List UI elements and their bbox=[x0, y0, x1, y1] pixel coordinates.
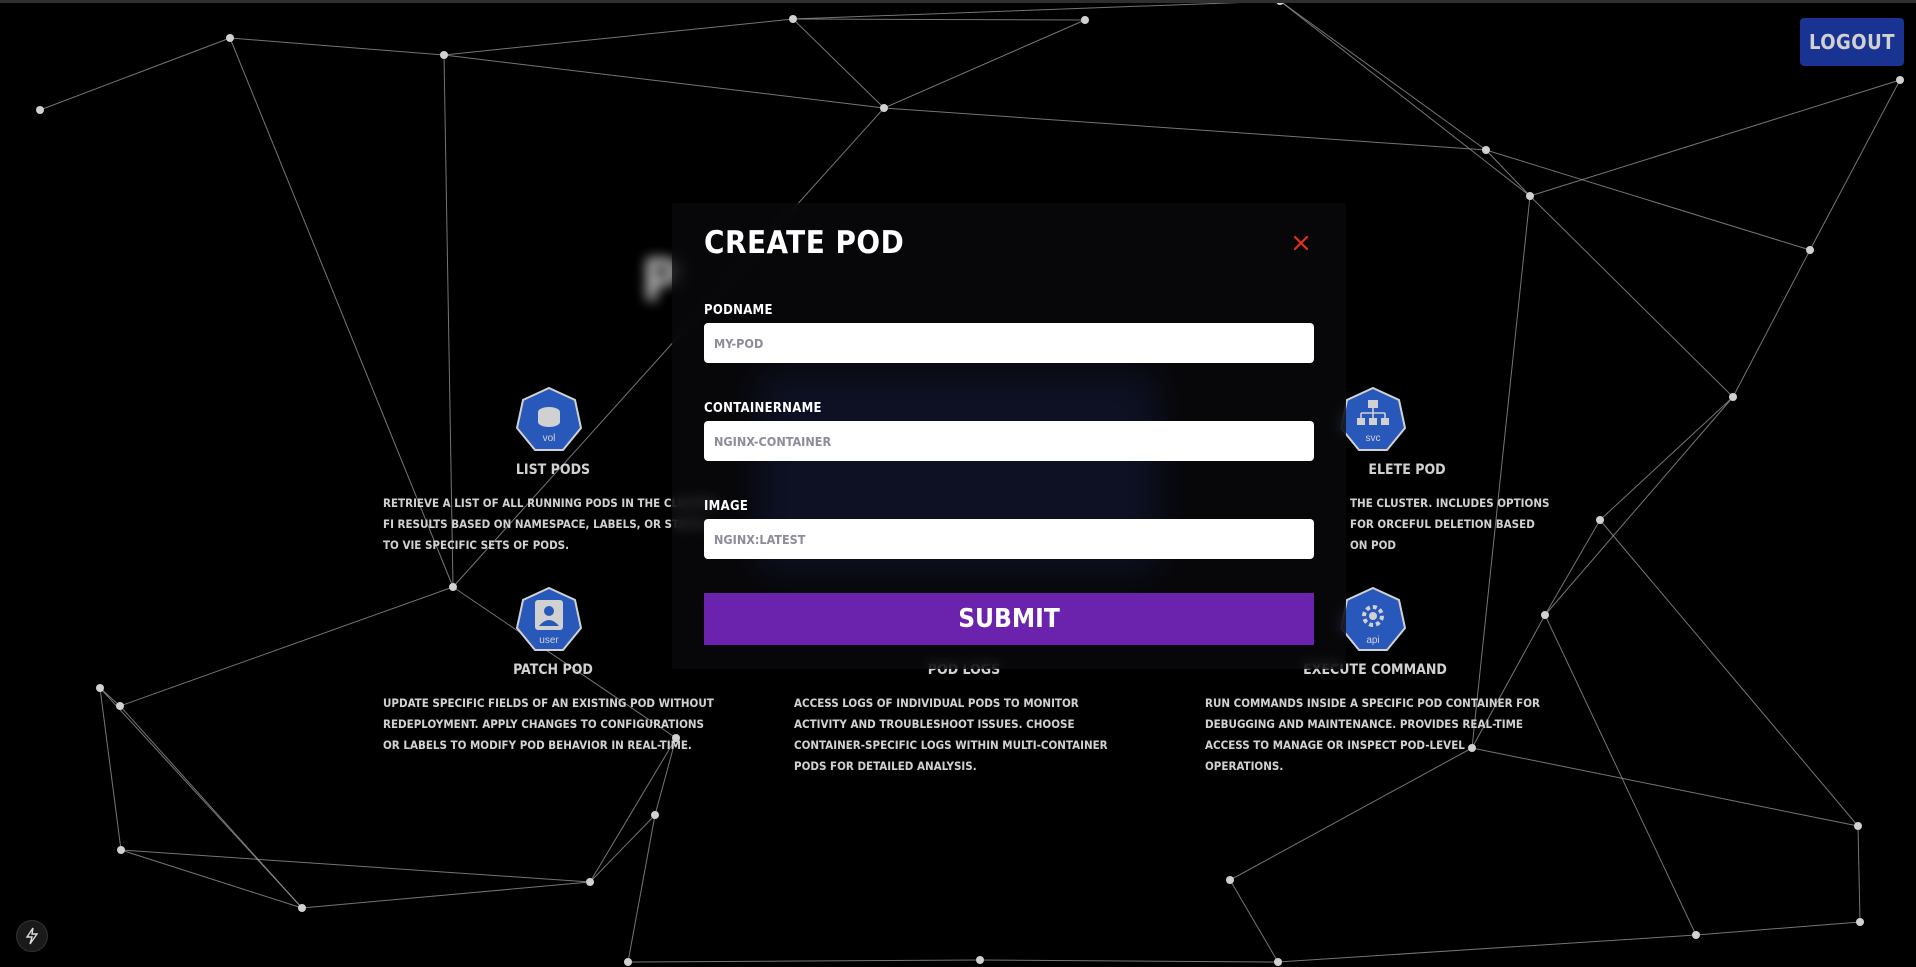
bolt-icon[interactable] bbox=[16, 920, 48, 952]
containername-input[interactable] bbox=[704, 421, 1314, 461]
podname-label: PODNAME bbox=[704, 303, 773, 318]
create-pod-modal: CREATE POD PODNAME CONTAINERNAME IMAGE S… bbox=[672, 203, 1346, 669]
close-icon[interactable] bbox=[1290, 232, 1312, 254]
submit-button[interactable]: SUBMIT bbox=[704, 593, 1314, 645]
podname-input[interactable] bbox=[704, 323, 1314, 363]
image-label: IMAGE bbox=[704, 499, 749, 514]
image-input[interactable] bbox=[704, 519, 1314, 559]
modal-title: CREATE POD bbox=[704, 225, 905, 261]
containername-label: CONTAINERNAME bbox=[704, 401, 822, 416]
